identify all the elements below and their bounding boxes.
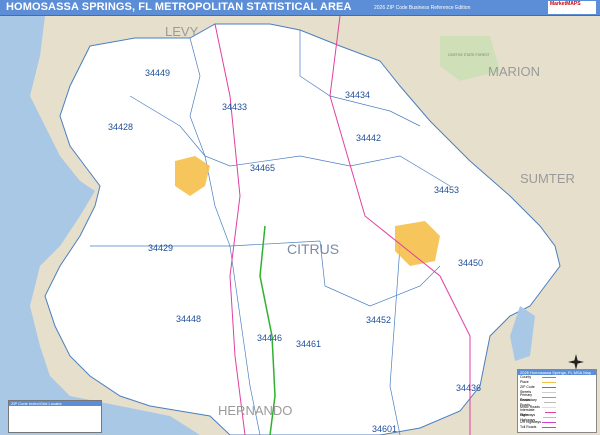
legend-swatch [543,401,556,404]
title-bar: HOMOSASSA SPRINGS, FL METROPOLITAN STATI… [0,0,600,16]
map-canvas[interactable]: 34449 34428 34433 34434 34442 34465 34453 34429… [0,16,600,435]
zip-label: 34433 [222,102,247,112]
zip-label: 34436 [456,383,481,393]
county-label: CITRUS [287,241,339,257]
map-legend: 2026 Homosassa Springs, FL MSA Map Count… [517,369,597,433]
index-title: ZIP Code Index/Grid Locator [9,401,101,406]
neighbor-label-hernando: HERNANDO [218,403,292,418]
legend-swatch [542,391,556,394]
neighbor-label-marion: MARION [488,64,540,79]
zip-index-box: ZIP Code Index/Grid Locator [8,400,102,433]
legend-item: Toll Roads [518,425,596,430]
zip-label: 34465 [250,163,275,173]
publisher-logo: MarketMAPS [548,1,596,14]
zip-label: 34449 [145,68,170,78]
legend-swatch [544,411,556,414]
zip-label: 34450 [458,258,483,268]
edition-subtitle: 2026 ZIP Code Business Reference Edition [374,5,471,11]
legend-swatch [542,396,556,399]
legend-swatch [542,426,556,429]
zip-label: 34461 [296,339,321,349]
legend-swatch [542,381,556,384]
forest-label: GOETHE STATE FOREST [448,53,491,57]
zip-label: 34429 [148,243,173,253]
zip-label: 34446 [257,333,282,343]
map-title: HOMOSASSA SPRINGS, FL METROPOLITAN STATI… [6,1,352,13]
zip-label: 34428 [108,122,133,132]
zip-label: 34601 [372,424,397,434]
zip-label: 34453 [434,185,459,195]
zip-label: 34442 [356,133,381,143]
zip-label: 34448 [176,314,201,324]
zip-label: 34452 [366,315,391,325]
legend-swatch [542,421,556,424]
neighbor-label-levy: LEVY [165,24,199,39]
zip-label: 34434 [345,90,370,100]
legend-swatch [542,416,556,419]
legend-item-label: Toll Roads [520,425,537,429]
legend-swatch [542,386,556,389]
legend-swatch [542,376,556,379]
neighbor-label-sumter: SUMTER [520,171,575,186]
